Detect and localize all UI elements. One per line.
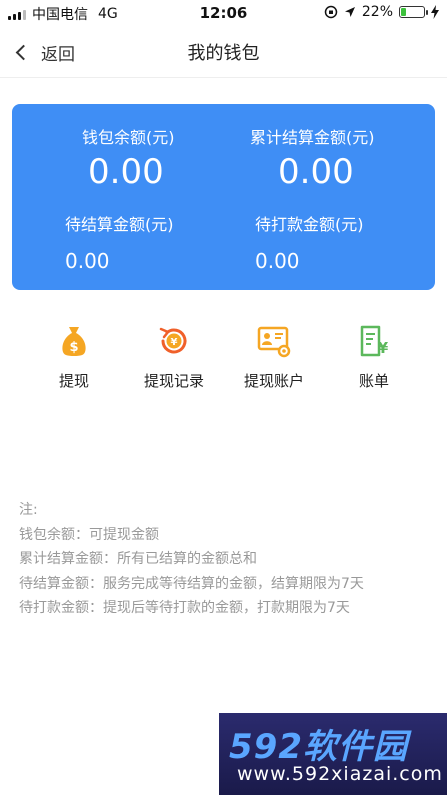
note-line: 待打款金额：提现后等待打款的金额，打款期限为7天 [19,600,350,616]
pending-settle-value: 0.00 [65,249,110,273]
notes-section: 注: 钱包余额：可提现金额 累计结算金额：所有已结算的金额总和 待结算金额：服务… [19,498,364,621]
settled-total-label: 累计结算金额(元) [250,128,375,147]
money-bag-icon: $ [62,327,86,356]
pending-payment-value: 0.00 [255,249,300,273]
withdraw-label: 提现 [58,372,89,390]
withdraw-records-button[interactable]: ¥ 提现记录 [124,324,224,391]
location-arrow-icon [344,7,355,17]
yuan-history-icon: ¥ [159,327,187,354]
pending-settle-label: 待结算金额(元) [65,215,174,234]
settled-total-stat: 累计结算金额(元) 0.00 [250,124,420,192]
balance-stat: 钱包余额(元) 0.00 [82,124,222,192]
withdraw-button[interactable]: $ 提现 [24,324,124,391]
account-card-icon [257,326,291,358]
wallet-summary-card: 钱包余额(元) 0.00 累计结算金额(元) 0.00 待结算金额(元) 0.0… [12,104,435,290]
withdraw-account-button[interactable]: 提现账户 [224,324,324,391]
note-line: 钱包余额：可提现金额 [19,526,159,543]
settled-total-value: 0.00 [278,152,354,192]
notes-title: 注: [19,502,38,518]
note-line: 累计结算金额：所有已结算的金额总和 [19,551,257,567]
bill-icon: ¥ [360,325,389,357]
bill-label: 账单 [358,372,389,390]
balance-label: 钱包余额(元) [82,128,175,147]
action-grid: $ 提现 ¥ 提现记录 提现账户 ¥ 账单 [0,324,447,404]
battery-icon [399,6,428,18]
pending-settle-stat: 待结算金额(元) 0.00 [65,211,225,273]
balance-value: 0.00 [88,152,164,192]
page-title: 我的钱包 [187,42,260,64]
bill-button[interactable]: ¥ 账单 [324,324,424,391]
note-line: 待结算金额：服务完成等待结算的金额，结算期限为7天 [19,575,364,592]
svg-text:¥: ¥ [171,337,178,348]
battery-percent: 22% [361,4,393,20]
nav-bar: 返回 我的钱包 [0,26,447,78]
watermark-brand: 592软件园 [229,727,408,767]
pending-payment-stat: 待打款金额(元) 0.00 [255,211,415,273]
status-bar: 中国电信 4G 12:06 22% [0,0,447,26]
charging-bolt-icon [431,5,439,19]
watermark-url: www.592xiazai.com [237,763,443,785]
svg-text:¥: ¥ [378,339,389,357]
pending-payment-label: 待打款金额(元) [255,215,364,234]
status-right: 22% [324,4,439,20]
svg-text:$: $ [69,340,78,355]
rotation-lock-icon [324,5,338,19]
watermark: 592软件园 www.592xiazai.com [219,713,447,795]
withdraw-records-label: 提现记录 [143,372,204,390]
withdraw-account-label: 提现账户 [243,372,304,390]
